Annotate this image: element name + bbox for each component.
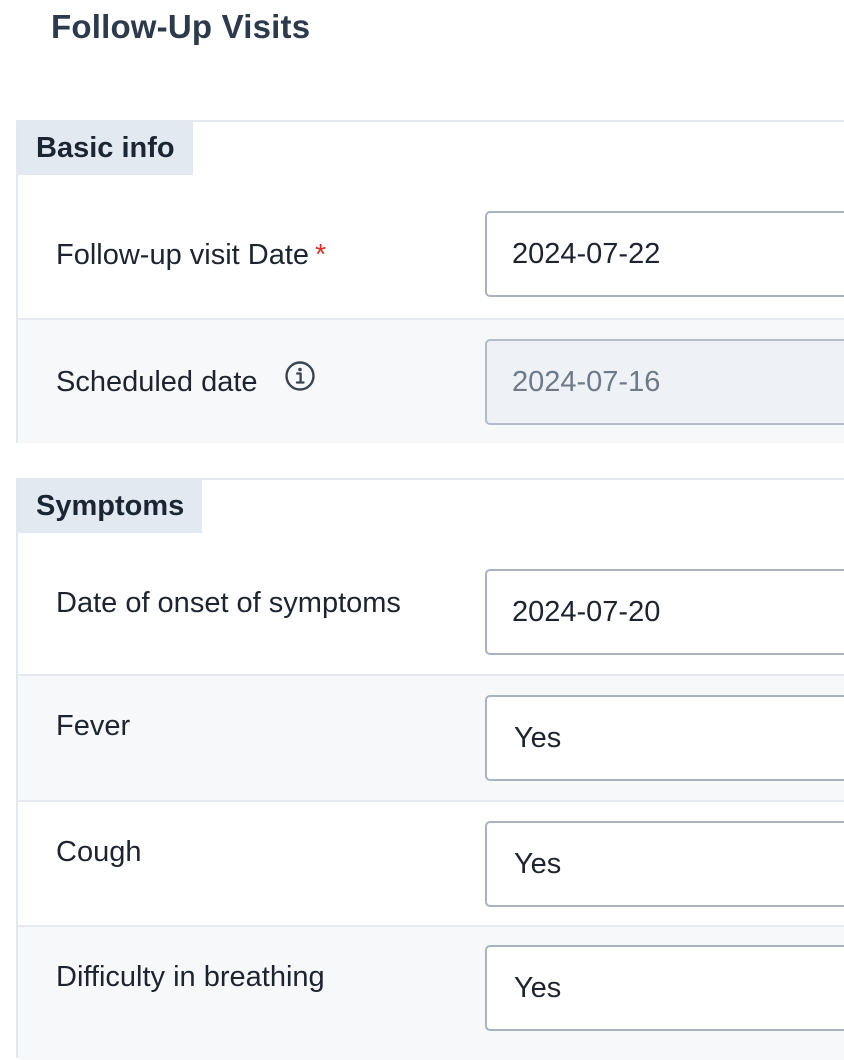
cough-select[interactable]: Yes [485, 821, 844, 907]
difficulty-breathing-label: Difficulty in breathing [56, 961, 325, 993]
row-cough: Cough Yes [18, 800, 844, 925]
onset-date-input[interactable]: 2024-07-20 [485, 569, 844, 655]
section-header-basic-info: Basic info [18, 122, 193, 175]
onset-date-label: Date of onset of symptoms [56, 587, 401, 619]
fever-label: Fever [56, 710, 131, 742]
symptoms-section: Symptoms Date of onset of symptoms 2024-… [16, 478, 844, 1060]
difficulty-breathing-select[interactable]: Yes [485, 945, 844, 1031]
basic-info-section: Basic info Follow-up visit Date * 2024-07… [16, 120, 844, 443]
fever-select[interactable]: Yes [485, 695, 844, 781]
row-onset-date: Date of onset of symptoms 2024-07-20 [18, 533, 844, 676]
page-title: Follow-Up Visits [51, 8, 311, 45]
follow-up-visit-date-input[interactable]: 2024-07-22 [485, 211, 844, 297]
follow-up-visit-date-label: Follow-up visit Date * [56, 239, 326, 272]
row-fever: Fever Yes [18, 674, 844, 800]
required-asterisk: * [315, 239, 327, 271]
scheduled-date-input: 2024-07-16 [485, 339, 844, 425]
row-difficulty-breathing: Difficulty in breathing Yes [18, 925, 844, 1060]
follow-up-visit-date-label-text: Follow-up visit Date [56, 239, 310, 271]
section-header-symptoms: Symptoms [18, 480, 203, 533]
scheduled-date-label: Scheduled date [56, 361, 316, 400]
row-scheduled-date: Scheduled date 2024-07-16 [18, 318, 844, 443]
cough-label: Cough [56, 836, 142, 868]
row-follow-up-visit-date: Follow-up visit Date * 2024-07-22 [18, 175, 844, 318]
info-icon[interactable] [284, 360, 316, 400]
scheduled-date-label-text: Scheduled date [56, 366, 258, 398]
